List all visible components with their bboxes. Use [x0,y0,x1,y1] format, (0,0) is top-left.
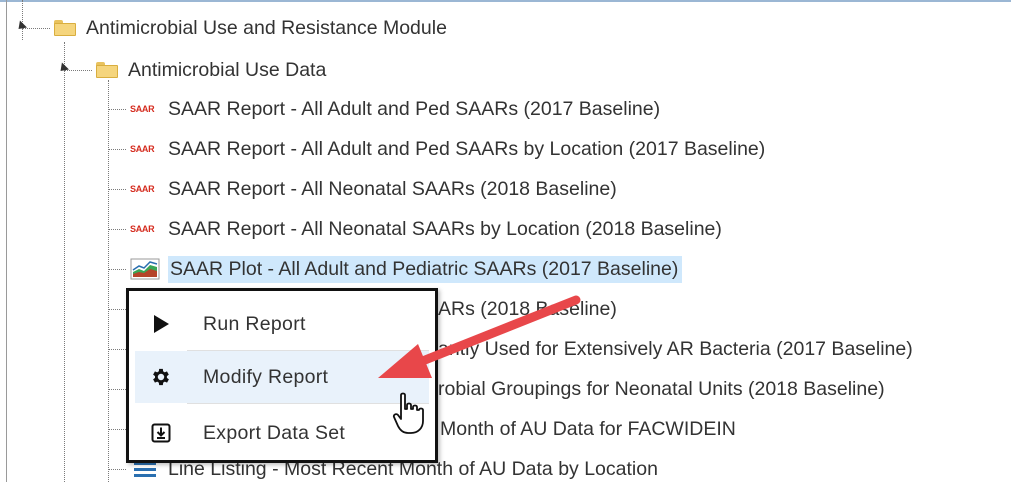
saar-report-icon: SAAR [130,104,155,114]
folder-icon [54,20,76,36]
tree-item-label: SAAR Report - All Neonatal SAARs by Loca… [168,217,722,240]
tree-node-label: Antimicrobial Use Data [128,58,327,81]
tree-item-label: antly Used for Extensively AR Bacteria (… [438,337,913,360]
context-menu: Run Report Modify Report Export Data Set [126,288,438,463]
saar-report-icon: SAAR [130,184,155,194]
run-report-menu-item[interactable]: Run Report [135,298,429,350]
tree-node-module[interactable]: Antimicrobial Use and Resistance Module [54,12,447,44]
tree-item-report-selected[interactable]: SAAR Plot - All Adult and Pediatric SAAR… [130,253,683,285]
tree-connector [108,389,126,390]
tree-item-report[interactable]: SAAR SAAR Report - All Adult and Ped SAA… [130,133,765,165]
tree-connector [108,269,126,270]
tree-item-report[interactable]: SAAR SAAR Report - All Adult and Ped SAA… [130,93,660,125]
tree-connector [108,80,109,482]
tree-item-label: SAAR Report - All Neonatal SAARs (2018 B… [168,177,617,200]
tree-node-folder[interactable]: Antimicrobial Use Data [96,54,326,86]
tree-item-report[interactable]: antly Used for Extensively AR Bacteria (… [438,333,913,365]
tree-connector [108,109,126,110]
saar-report-icon: SAAR [130,144,155,154]
menu-item-label: Run Report [203,312,306,335]
tree-item-label: ARs (2018 Baseline) [438,297,617,320]
tree-connector [64,42,65,482]
menu-item-label: Export Data Set [203,421,346,444]
export-data-set-menu-item[interactable]: Export Data Set [135,407,429,459]
saar-report-icon: SAAR [130,224,155,234]
download-icon [135,407,187,459]
hand-cursor-icon [392,392,424,434]
tree-item-label: SAAR Report - All Adult and Ped SAARs by… [168,137,766,160]
tree-connector [108,189,126,190]
tree-item-report[interactable]: ARs (2018 Baseline) [438,293,617,325]
tree-item-report[interactable]: robial Groupings for Neonatal Units (201… [438,373,885,405]
tree-item-label: SAAR Plot - All Adult and Pediatric SAAR… [168,255,683,283]
tree-connector [108,149,126,150]
folder-open-icon [96,62,118,78]
tree-item-label: robial Groupings for Neonatal Units (201… [438,377,885,400]
tree-connector [108,429,126,430]
gear-icon [135,351,187,403]
modify-report-menu-item[interactable]: Modify Report [135,351,429,403]
tree-connector [108,469,126,470]
tree-node-label: Antimicrobial Use and Resistance Module [86,16,447,39]
collapse-toggle-icon[interactable] [56,62,70,75]
tree-connector [108,229,126,230]
tree-connector [22,0,23,40]
plot-icon [130,258,160,280]
window-top-border [0,0,1011,2]
tree-connector [108,349,126,350]
tree-item-report[interactable]: SAAR SAAR Report - All Neonatal SAARs (2… [130,173,617,205]
menu-item-label: Modify Report [203,365,329,388]
play-icon [135,298,187,350]
tree-item-label: SAAR Report - All Adult and Ped SAARs (2… [168,97,661,120]
tree-item-report[interactable]: SAAR SAAR Report - All Neonatal SAARs by… [130,213,722,245]
tree-item-report[interactable]: Month of AU Data for FACWIDEIN [440,413,736,445]
tree-item-label: Month of AU Data for FACWIDEIN [440,417,736,440]
window-left-border [6,0,7,482]
collapse-toggle-icon[interactable] [14,20,28,33]
tree-connector [108,309,126,310]
